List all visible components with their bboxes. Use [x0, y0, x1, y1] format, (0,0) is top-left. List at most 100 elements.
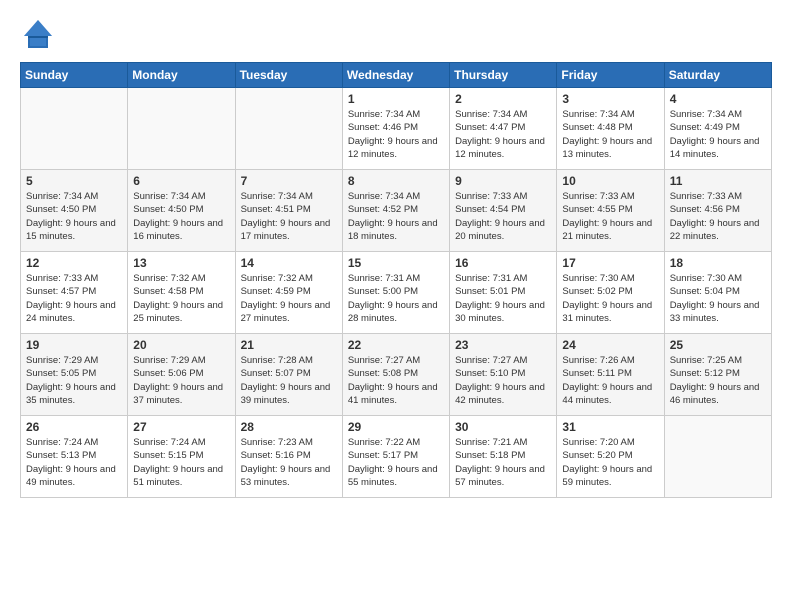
calendar-cell: 25 Sunrise: 7:25 AMSunset: 5:12 PMDayligh… — [664, 334, 771, 416]
day-info: Sunrise: 7:26 AMSunset: 5:11 PMDaylight:… — [562, 354, 658, 407]
calendar-cell: 1Sunrise: 7:34 AMSunset: 4:46 PMDaylight… — [342, 88, 449, 170]
day-info: Sunrise: 7:33 AMSunset: 4:56 PMDaylight:… — [670, 190, 766, 243]
calendar-cell: 11Sunrise: 7:33 AMSunset: 4:56 PMDayligh… — [664, 170, 771, 252]
calendar-cell: 5Sunrise: 7:34 AMSunset: 4:50 PMDaylight… — [21, 170, 128, 252]
day-number: 10 — [562, 174, 658, 188]
day-info: Sunrise: 7:32 AMSunset: 4:59 PMDaylight:… — [241, 272, 337, 325]
weekday-header-saturday: Saturday — [664, 63, 771, 88]
day-number: 30 — [455, 420, 551, 434]
calendar-cell: 20 Sunrise: 7:29 AMSunset: 5:06 PMDayligh… — [128, 334, 235, 416]
weekday-header-row: SundayMondayTuesdayWednesdayThursdayFrid… — [21, 63, 772, 88]
calendar-cell: 28 Sunrise: 7:23 AMSunset: 5:16 PMDayligh… — [235, 416, 342, 498]
day-number: 24 — [562, 338, 658, 352]
calendar-cell: 7 Sunrise: 7:34 AMSunset: 4:51 PMDaylight… — [235, 170, 342, 252]
day-info: Sunrise: 7:31 AMSunset: 5:00 PMDaylight:… — [348, 272, 444, 325]
calendar-cell: 22 Sunrise: 7:27 AMSunset: 5:08 PMDayligh… — [342, 334, 449, 416]
day-number: 22 — [348, 338, 444, 352]
calendar-cell: 23Sunrise: 7:27 AMSunset: 5:10 PMDayligh… — [450, 334, 557, 416]
day-info: Sunrise: 7:23 AMSunset: 5:16 PMDaylight:… — [241, 436, 337, 489]
calendar-cell: 2Sunrise: 7:34 AMSunset: 4:47 PMDaylight… — [450, 88, 557, 170]
calendar-cell: 10 Sunrise: 7:33 AMSunset: 4:55 PMDayligh… — [557, 170, 664, 252]
calendar-cell: 29Sunrise: 7:22 AMSunset: 5:17 PMDayligh… — [342, 416, 449, 498]
day-number: 29 — [348, 420, 444, 434]
calendar-cell: 16 Sunrise: 7:31 AMSunset: 5:01 PMDayligh… — [450, 252, 557, 334]
day-number: 27 — [133, 420, 229, 434]
calendar-cell: 30 Sunrise: 7:21 AMSunset: 5:18 PMDayligh… — [450, 416, 557, 498]
weekday-header-friday: Friday — [557, 63, 664, 88]
day-number: 12 — [26, 256, 122, 270]
day-info: Sunrise: 7:30 AMSunset: 5:04 PMDaylight:… — [670, 272, 766, 325]
day-number: 17 — [562, 256, 658, 270]
calendar-cell — [128, 88, 235, 170]
day-number: 8 — [348, 174, 444, 188]
calendar-cell: 9 Sunrise: 7:33 AMSunset: 4:54 PMDaylight… — [450, 170, 557, 252]
day-number: 3 — [562, 92, 658, 106]
day-number: 2 — [455, 92, 551, 106]
calendar-cell: 3 Sunrise: 7:34 AMSunset: 4:48 PMDaylight… — [557, 88, 664, 170]
day-number: 6 — [133, 174, 229, 188]
day-info: Sunrise: 7:20 AMSunset: 5:20 PMDaylight:… — [562, 436, 658, 489]
calendar-page: SundayMondayTuesdayWednesdayThursdayFrid… — [0, 0, 792, 612]
calendar-cell: 12 Sunrise: 7:33 AMSunset: 4:57 PMDayligh… — [21, 252, 128, 334]
calendar-cell: 6 Sunrise: 7:34 AMSunset: 4:50 PMDaylight… — [128, 170, 235, 252]
day-info: Sunrise: 7:33 AMSunset: 4:57 PMDaylight:… — [26, 272, 122, 325]
calendar-cell: 17 Sunrise: 7:30 AMSunset: 5:02 PMDayligh… — [557, 252, 664, 334]
calendar-cell: 14 Sunrise: 7:32 AMSunset: 4:59 PMDayligh… — [235, 252, 342, 334]
calendar-week-3: 12 Sunrise: 7:33 AMSunset: 4:57 PMDayligh… — [21, 252, 772, 334]
day-number: 28 — [241, 420, 337, 434]
day-number: 1 — [348, 92, 444, 106]
day-info: Sunrise: 7:34 AMSunset: 4:51 PMDaylight:… — [241, 190, 337, 243]
logo — [20, 16, 62, 52]
day-info: Sunrise: 7:33 AMSunset: 4:55 PMDaylight:… — [562, 190, 658, 243]
day-info: Sunrise: 7:33 AMSunset: 4:54 PMDaylight:… — [455, 190, 551, 243]
day-info: Sunrise: 7:24 AMSunset: 5:15 PMDaylight:… — [133, 436, 229, 489]
calendar-week-1: 1Sunrise: 7:34 AMSunset: 4:46 PMDaylight… — [21, 88, 772, 170]
calendar-week-2: 5 Sunrise: 7:34 AMSunset: 4:50 PMDaylight… — [21, 170, 772, 252]
day-number: 25 — [670, 338, 766, 352]
logo-icon — [20, 16, 56, 52]
day-number: 7 — [241, 174, 337, 188]
day-info: Sunrise: 7:25 AMSunset: 5:12 PMDaylight:… — [670, 354, 766, 407]
day-number: 4 — [670, 92, 766, 106]
day-number: 19 — [26, 338, 122, 352]
weekday-header-tuesday: Tuesday — [235, 63, 342, 88]
day-number: 9 — [455, 174, 551, 188]
day-info: Sunrise: 7:21 AMSunset: 5:18 PMDaylight:… — [455, 436, 551, 489]
calendar-week-5: 26 Sunrise: 7:24 AMSunset: 5:13 PMDayligh… — [21, 416, 772, 498]
day-number: 5 — [26, 174, 122, 188]
day-number: 14 — [241, 256, 337, 270]
day-info: Sunrise: 7:27 AMSunset: 5:08 PMDaylight:… — [348, 354, 444, 407]
day-number: 15 — [348, 256, 444, 270]
calendar-cell — [235, 88, 342, 170]
calendar-week-4: 19 Sunrise: 7:29 AMSunset: 5:05 PMDayligh… — [21, 334, 772, 416]
weekday-header-thursday: Thursday — [450, 63, 557, 88]
day-info: Sunrise: 7:34 AMSunset: 4:49 PMDaylight:… — [670, 108, 766, 161]
day-info: Sunrise: 7:30 AMSunset: 5:02 PMDaylight:… — [562, 272, 658, 325]
day-info: Sunrise: 7:34 AMSunset: 4:48 PMDaylight:… — [562, 108, 658, 161]
calendar-cell: 13Sunrise: 7:32 AMSunset: 4:58 PMDayligh… — [128, 252, 235, 334]
day-number: 18 — [670, 256, 766, 270]
day-number: 26 — [26, 420, 122, 434]
calendar-cell — [21, 88, 128, 170]
day-info: Sunrise: 7:28 AMSunset: 5:07 PMDaylight:… — [241, 354, 337, 407]
day-info: Sunrise: 7:29 AMSunset: 5:06 PMDaylight:… — [133, 354, 229, 407]
day-info: Sunrise: 7:29 AMSunset: 5:05 PMDaylight:… — [26, 354, 122, 407]
calendar-cell: 24 Sunrise: 7:26 AMSunset: 5:11 PMDayligh… — [557, 334, 664, 416]
weekday-header-monday: Monday — [128, 63, 235, 88]
day-number: 13 — [133, 256, 229, 270]
day-info: Sunrise: 7:31 AMSunset: 5:01 PMDaylight:… — [455, 272, 551, 325]
weekday-header-wednesday: Wednesday — [342, 63, 449, 88]
day-number: 16 — [455, 256, 551, 270]
calendar-cell: 31 Sunrise: 7:20 AMSunset: 5:20 PMDayligh… — [557, 416, 664, 498]
header — [20, 16, 772, 52]
day-number: 31 — [562, 420, 658, 434]
day-number: 21 — [241, 338, 337, 352]
calendar-cell — [664, 416, 771, 498]
calendar-cell: 8Sunrise: 7:34 AMSunset: 4:52 PMDaylight… — [342, 170, 449, 252]
day-info: Sunrise: 7:24 AMSunset: 5:13 PMDaylight:… — [26, 436, 122, 489]
calendar-cell: 15 Sunrise: 7:31 AMSunset: 5:00 PMDayligh… — [342, 252, 449, 334]
calendar-cell: 21 Sunrise: 7:28 AMSunset: 5:07 PMDayligh… — [235, 334, 342, 416]
day-info: Sunrise: 7:34 AMSunset: 4:50 PMDaylight:… — [133, 190, 229, 243]
day-number: 23 — [455, 338, 551, 352]
day-number: 20 — [133, 338, 229, 352]
